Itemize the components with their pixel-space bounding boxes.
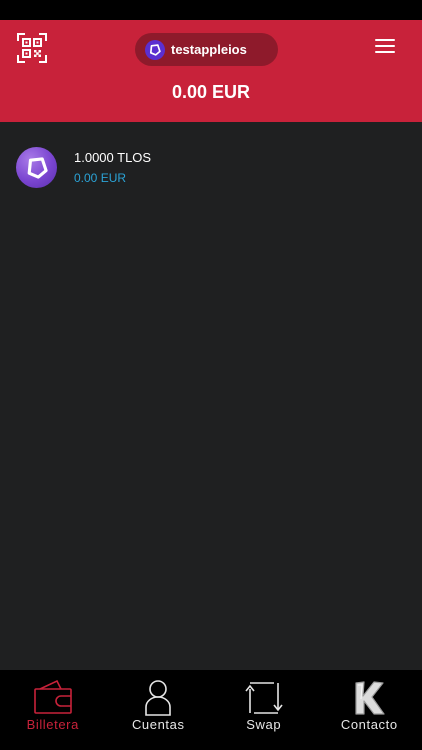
nav-billetera[interactable]: Billetera xyxy=(0,670,106,750)
token-row-tlos[interactable]: 1.0000 TLOS 0.00 EUR xyxy=(0,140,422,196)
wallet-icon xyxy=(33,679,72,714)
nav-label: Swap xyxy=(246,717,282,732)
nav-label: Billetera xyxy=(26,717,79,732)
nav-contacto[interactable]: Contacto xyxy=(317,670,422,750)
k-logo-icon xyxy=(355,681,385,715)
swap-icon xyxy=(245,682,283,714)
nav-cuentas[interactable]: Cuentas xyxy=(106,670,212,750)
bottom-nav: Billetera Cuentas Swap Contacto xyxy=(0,670,422,750)
hamburger-icon xyxy=(375,39,395,41)
nav-label: Contacto xyxy=(340,717,398,732)
user-icon xyxy=(145,680,172,716)
qr-scan-button[interactable] xyxy=(17,33,47,63)
telos-logo-icon xyxy=(145,39,165,60)
token-fiat-value: 0.00 EUR xyxy=(74,171,127,185)
qr-code-icon xyxy=(17,33,47,63)
total-balance: 0.00 EUR xyxy=(171,82,251,102)
account-selector[interactable]: testappleios xyxy=(135,33,278,66)
header: testappleios 0.00 EUR xyxy=(0,20,422,122)
nav-label: Cuentas xyxy=(131,717,185,732)
menu-button[interactable] xyxy=(374,39,396,57)
token-amount: 1.0000 TLOS xyxy=(74,150,152,165)
status-bar xyxy=(0,0,422,20)
telos-logo-icon xyxy=(16,147,57,188)
nav-swap[interactable]: Swap xyxy=(211,670,317,750)
account-name: testappleios xyxy=(171,42,247,57)
